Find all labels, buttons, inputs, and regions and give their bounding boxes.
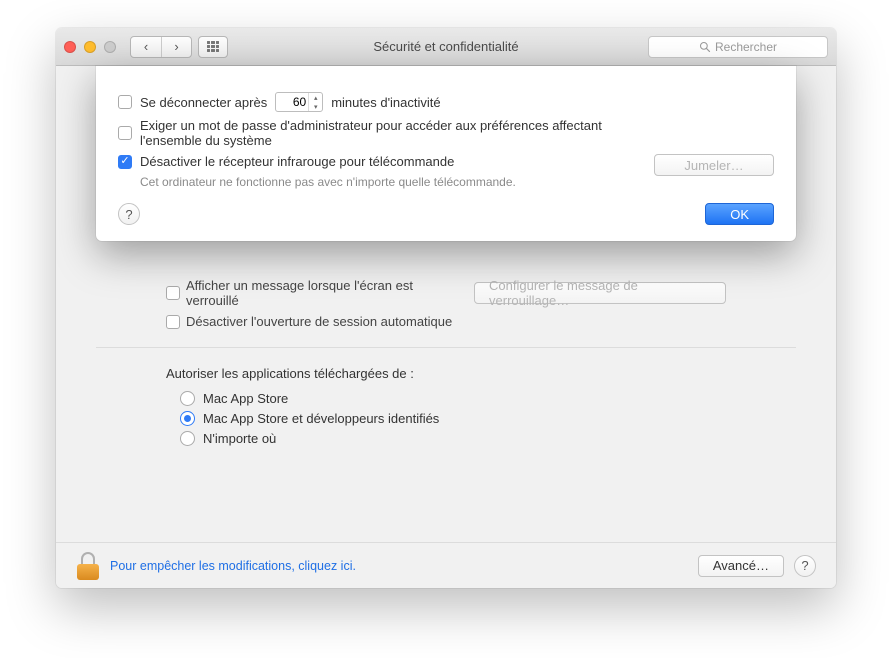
nav-back-forward: ‹ › [130, 36, 192, 58]
logout-after-checkbox[interactable] [118, 95, 132, 109]
divider [96, 347, 796, 348]
gatekeeper-header: Autoriser les applications téléchargées … [166, 366, 726, 381]
gk-radio-anywhere[interactable] [180, 431, 195, 446]
logout-minutes-input[interactable] [276, 95, 308, 109]
lock-help-text[interactable]: Pour empêcher les modifications, cliquez… [110, 559, 356, 573]
require-admin-label: Exiger un mot de passe d'administrateur … [140, 118, 636, 148]
gk-radio-mas-dev-label: Mac App Store et développeurs identifiés [203, 411, 439, 426]
require-admin-checkbox[interactable] [118, 126, 132, 140]
gk-radio-mas[interactable] [180, 391, 195, 406]
gk-radio-mas-label: Mac App Store [203, 391, 288, 406]
help-button[interactable]: ? [794, 555, 816, 577]
stepper-down-icon[interactable]: ▾ [309, 102, 322, 111]
question-icon: ? [125, 207, 132, 222]
back-button[interactable]: ‹ [131, 37, 161, 57]
chevron-right-icon: › [174, 39, 178, 54]
search-placeholder: Rechercher [715, 40, 777, 54]
zoom-window-button[interactable] [104, 41, 116, 53]
ok-button[interactable]: OK [705, 203, 774, 225]
disable-auto-login-label: Désactiver l'ouverture de session automa… [186, 314, 452, 329]
titlebar: ‹ › Sécurité et confidentialité Recherch… [56, 28, 836, 66]
grid-icon [207, 41, 219, 53]
close-window-button[interactable] [64, 41, 76, 53]
disable-auto-login-checkbox[interactable] [166, 315, 180, 329]
stepper-up-icon[interactable]: ▴ [309, 93, 322, 102]
window-controls [64, 41, 116, 53]
logout-after-label-post: minutes d'inactivité [331, 95, 440, 110]
chevron-left-icon: ‹ [144, 39, 148, 54]
advanced-button[interactable]: Avancé… [698, 555, 784, 577]
logout-after-label-pre: Se déconnecter après [140, 95, 267, 110]
disable-ir-subtext: Cet ordinateur ne fonctionne pas avec n'… [140, 175, 636, 189]
set-lock-message-button[interactable]: Configurer le message de verrouillage… [474, 282, 726, 304]
minimize-window-button[interactable] [84, 41, 96, 53]
show-all-button[interactable] [198, 36, 228, 58]
question-icon: ? [801, 558, 808, 573]
disable-ir-label: Désactiver le récepteur infrarouge pour … [140, 154, 454, 169]
footer: Pour empêcher les modifications, cliquez… [56, 542, 836, 588]
disable-ir-checkbox[interactable] [118, 155, 132, 169]
sheet-help-button[interactable]: ? [118, 203, 140, 225]
lock-icon[interactable] [76, 552, 100, 580]
forward-button[interactable]: › [161, 37, 191, 57]
search-icon [699, 41, 711, 53]
search-field[interactable]: Rechercher [648, 36, 828, 58]
gk-radio-mas-dev[interactable] [180, 411, 195, 426]
pair-button[interactable]: Jumeler… [654, 154, 774, 176]
show-lock-message-label: Afficher un message lorsque l'écran est … [186, 278, 456, 308]
advanced-sheet: Se déconnecter après ▴▾ minutes d'inacti… [96, 66, 796, 241]
gk-radio-anywhere-label: N'importe où [203, 431, 276, 446]
logout-minutes-stepper[interactable]: ▴▾ [275, 92, 323, 112]
preferences-window: ‹ › Sécurité et confidentialité Recherch… [56, 28, 836, 588]
show-lock-message-checkbox[interactable] [166, 286, 180, 300]
